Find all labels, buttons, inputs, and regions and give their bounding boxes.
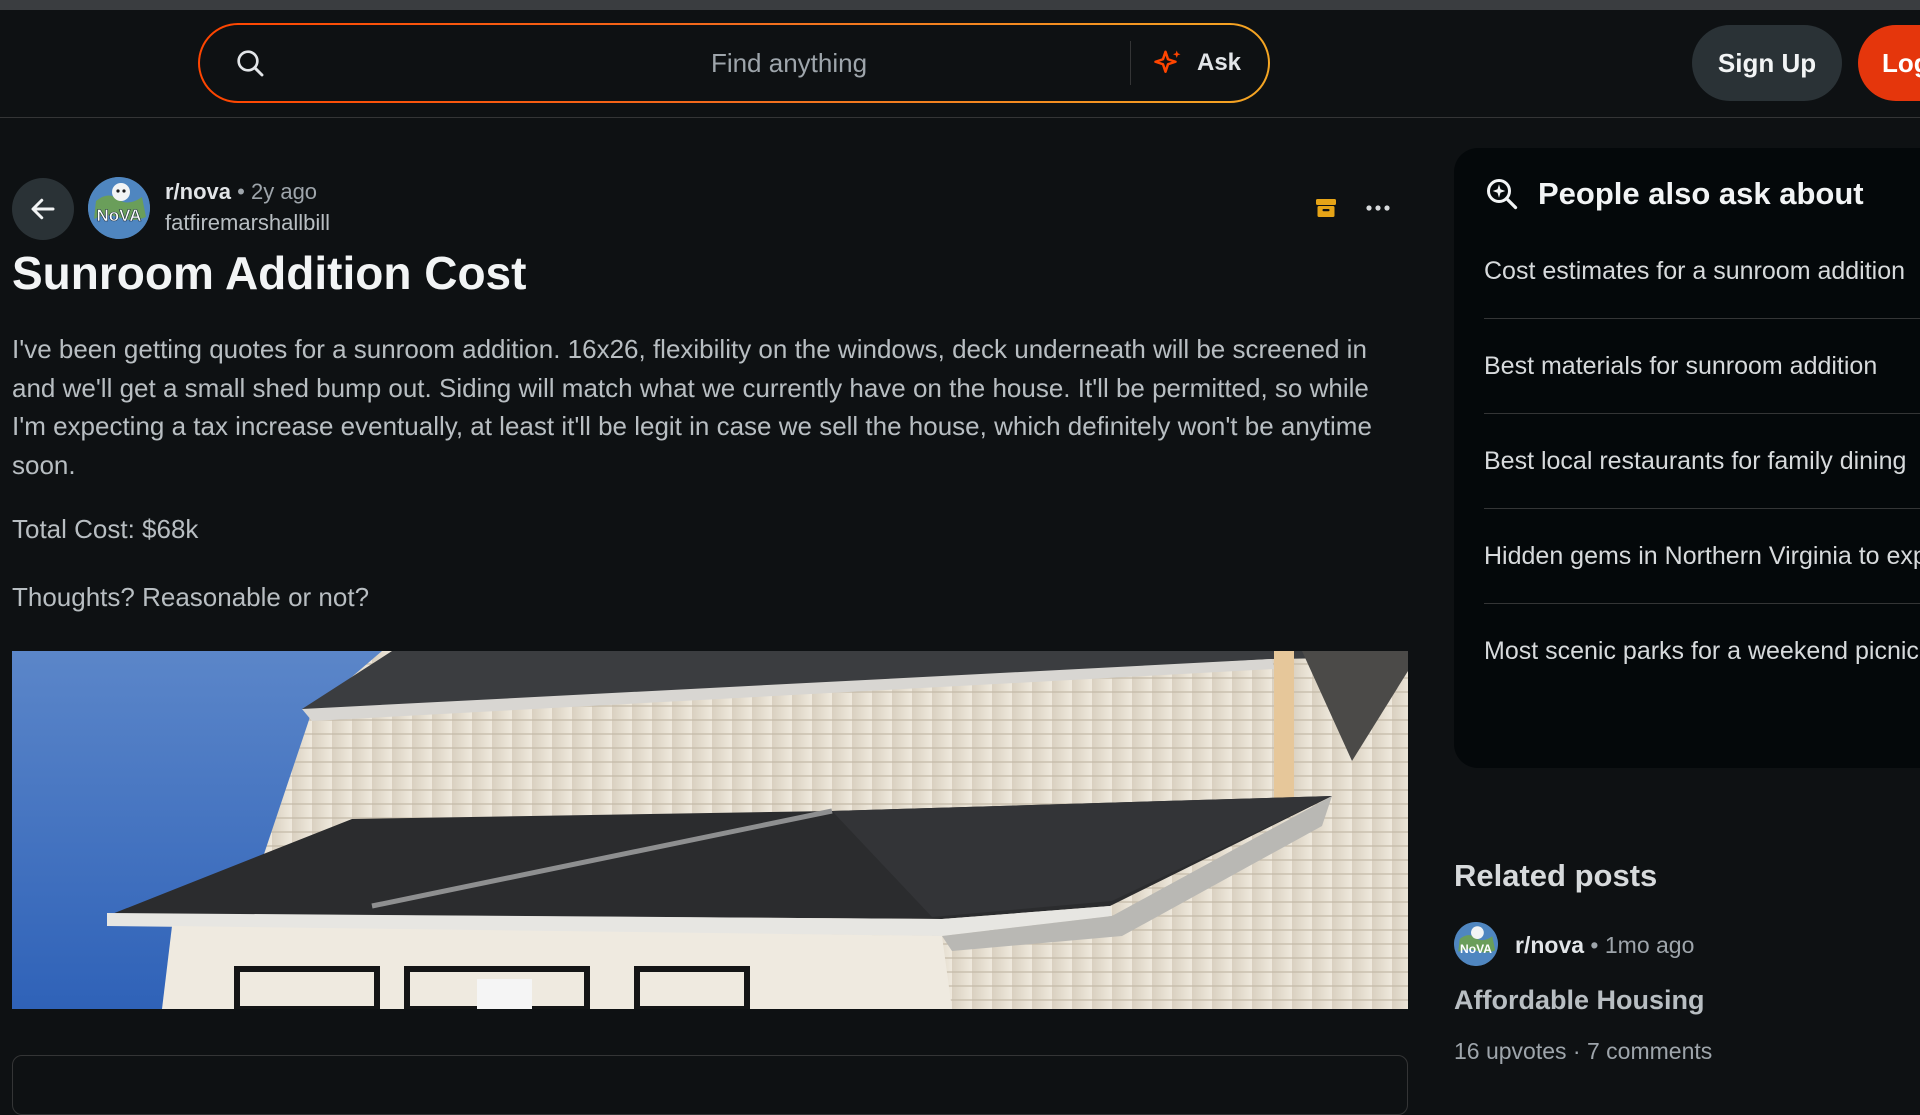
post-age: 2y ago <box>250 179 318 204</box>
ask-question-item[interactable]: Most scenic parks for a weekend picnic <box>1484 632 1920 698</box>
related-post-meta: r/nova • 1mo ago <box>1515 932 1694 959</box>
post-meta: r/nova • 2y ago <box>165 179 317 205</box>
avatar-text: NoVA <box>96 206 141 225</box>
arrow-left-icon <box>31 198 55 220</box>
related-posts-title: Related posts <box>1454 858 1658 893</box>
sparkle-icon <box>1154 50 1181 73</box>
related-comments: 7 comments <box>1586 1038 1713 1064</box>
archive-icon <box>1316 199 1336 217</box>
related-subreddit-link[interactable]: r/nova <box>1515 932 1584 958</box>
post-title: Sunroom Addition Cost <box>12 247 527 299</box>
globe-mascot-icon: NoVA <box>88 177 150 239</box>
related-upvotes: 16 upvotes <box>1454 1038 1567 1064</box>
more-options-icon[interactable] <box>1364 196 1392 220</box>
ask-label: Ask <box>1197 49 1242 76</box>
ask-question-item[interactable]: Best materials for sunroom addition <box>1484 347 1920 414</box>
people-also-ask-panel: People also ask about Cost estimates for… <box>1454 148 1920 768</box>
related-post-age: 1mo ago <box>1604 932 1695 958</box>
post-image[interactable] <box>12 651 1408 1009</box>
author-link[interactable]: fatfiremarshallbill <box>165 210 330 236</box>
search-icon <box>237 50 264 77</box>
log-in-button[interactable]: Log In <box>1858 25 1920 101</box>
people-also-ask-header: People also ask about <box>1484 176 1864 212</box>
people-also-ask-list: Cost estimates for a sunroom addition Be… <box>1484 252 1920 726</box>
related-post-stats: 16 upvotes · 7 comments <box>1454 1038 1712 1065</box>
meta-dot: • <box>237 179 251 204</box>
search-bar[interactable]: Find anything Ask <box>198 23 1270 103</box>
ask-question-item[interactable]: Cost estimates for a sunroom addition <box>1484 252 1920 319</box>
stats-dot: · <box>1572 1038 1587 1064</box>
sunroom-rendering-image <box>12 651 1408 1009</box>
meta-dot: • <box>1590 932 1605 958</box>
post-total-cost: Total Cost: $68k <box>12 514 199 544</box>
people-also-ask-title: People also ask about <box>1538 176 1864 211</box>
ask-button[interactable]: Ask <box>1153 25 1241 101</box>
globe-mascot-icon: NoVA <box>1454 922 1498 966</box>
related-post-title[interactable]: Affordable Housing <box>1454 985 1705 1016</box>
comment-input-box[interactable] <box>12 1055 1408 1115</box>
subreddit-link[interactable]: r/nova <box>165 179 231 204</box>
ask-question-item[interactable]: Hidden gems in Northern Virginia to expl… <box>1484 537 1920 604</box>
window-top-strip <box>0 0 1920 10</box>
subreddit-avatar[interactable]: NoVA <box>88 177 150 239</box>
ask-question-item[interactable]: Best local restaurants for family dining <box>1484 442 1920 509</box>
post-question: Thoughts? Reasonable or not? <box>12 582 370 612</box>
sign-up-button[interactable]: Sign Up <box>1692 25 1842 101</box>
search-sparkle-icon <box>1487 179 1518 210</box>
related-subreddit-avatar[interactable]: NoVA <box>1454 922 1498 966</box>
top-navbar: Find anything Ask Sign Up Log In <box>0 10 1920 118</box>
post-body: I've been getting quotes for a sunroom a… <box>12 334 1372 480</box>
search-input[interactable]: Find anything <box>450 25 1128 101</box>
avatar-text: NoVA <box>1460 942 1492 956</box>
search-divider <box>1130 41 1131 85</box>
back-button[interactable] <box>12 178 74 240</box>
